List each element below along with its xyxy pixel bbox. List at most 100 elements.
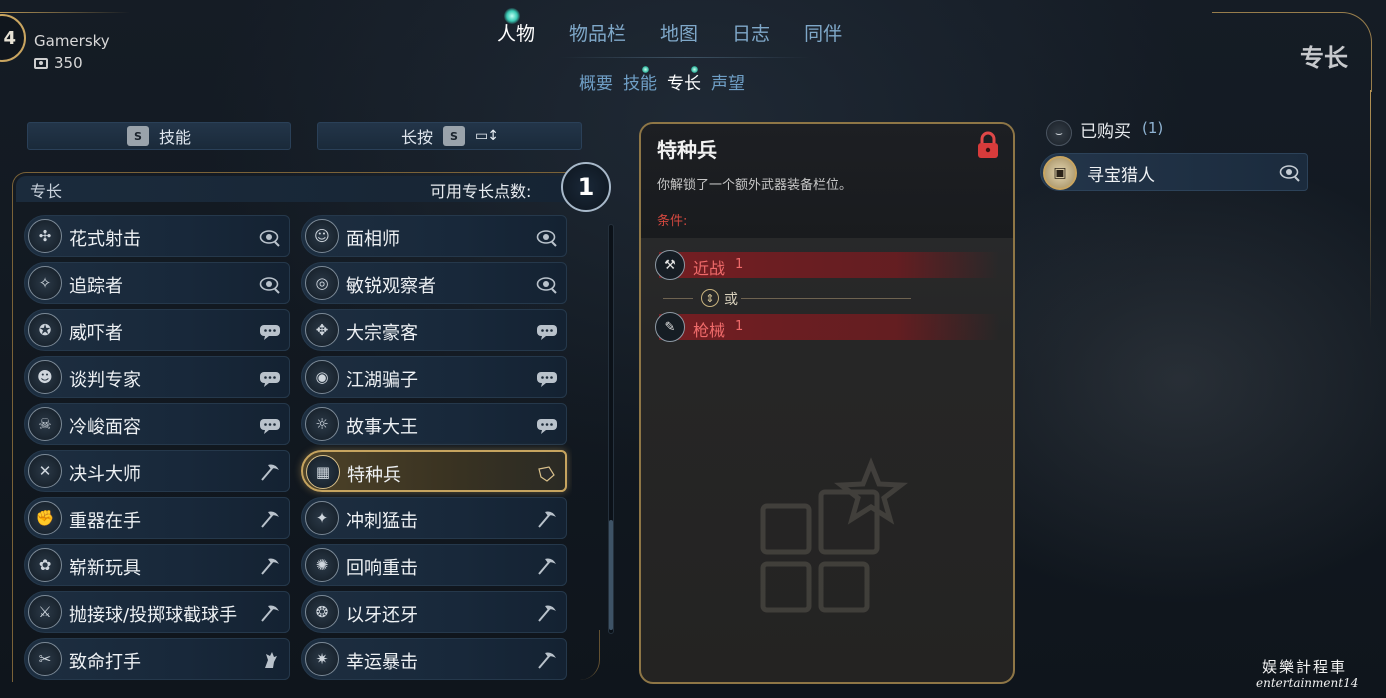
perk-name: 重器在手 [69,511,141,532]
tab-inventory[interactable]: 物品栏 [552,20,643,48]
perk-emblem-icon: ✣ [28,219,62,253]
main-nav-tabs: 人物 物品栏 地图 日志 同伴 [480,20,859,48]
perk-row[interactable]: ☻ 谈判专家 [24,356,290,398]
tab-map[interactable]: 地图 [643,20,715,48]
perk-name: 致命打手 [69,652,141,673]
perk-row[interactable]: ✥ 大宗豪客 [301,309,567,351]
available-points-label: 可用专长点数: [430,182,532,201]
sort-button[interactable]: 长按 S ▭↕ [317,122,582,150]
perk-panel-title: 专长 [30,182,63,201]
perk-row[interactable]: ✂ 致命打手 [24,638,290,680]
melee-icon [259,509,281,529]
perk-row[interactable]: ✺ 回响重击 [301,544,567,586]
perk-name: 花式射击 [69,229,141,250]
sort-icon: ▭↕ [475,128,499,144]
perk-name: 特种兵 [347,465,401,486]
treasure-chest-icon: ▣ [1043,156,1077,190]
perk-row[interactable]: ✷ 幸运暴击 [301,638,567,680]
perk-name: 面相师 [346,229,400,250]
player-name: Gamersky [34,32,110,50]
perk-row[interactable]: ✿ 崭新玩具 [24,544,290,586]
perk-list[interactable]: ✣ 花式射击 ☺ 面相师 ✧ 追踪者 ◎ 敏锐观察者 ✪ 威吓者 ✥ 大宗豪客 ☻ 谈判专家 ◉ 江湖骗子 ☠ 冷… [24,214,572,682]
perk-row[interactable]: ✪ 威吓者 [24,309,290,351]
skills-button[interactable]: S 技能 [27,122,291,150]
perk-name: 以牙还牙 [346,605,418,626]
level-value: 4 [3,27,16,49]
perk-row[interactable]: ⚔ 抛接球/投掷球截球手 [24,591,290,633]
requirement-name: 枪械 [693,321,726,340]
lock-icon [978,131,998,158]
perk-row[interactable]: ☠ 冷峻面容 [24,403,290,445]
perk-name: 幸运暴击 [346,652,418,673]
key-hint-icon: S [443,126,466,146]
requirement-row: ⚒ 近战 1 [655,250,999,280]
perk-row[interactable]: ❂ 以牙还牙 [301,591,567,633]
perk-emblem-icon: ☠ [28,407,62,441]
frame-corner-top-right [1212,12,1372,92]
perk-name: 谈判专家 [69,370,141,391]
inspect-icon [259,274,281,294]
inspect-icon [536,274,558,294]
melee-icon [259,556,281,576]
perk-list-scrollbar-thumb[interactable] [609,520,613,630]
combat-icon [535,463,557,483]
perk-name: 回响重击 [346,558,418,579]
perk-emblem-icon: ❂ [305,595,339,629]
fist-icon [259,650,281,670]
perk-name: 追踪者 [69,276,123,297]
melee-weapon-icon: ⚒ [655,250,685,280]
requirement-name: 近战 [693,259,726,278]
subtab-reputation[interactable]: 声望 [706,72,750,96]
inspect-icon [1279,165,1300,182]
perk-row[interactable]: ✧ 追踪者 [24,262,290,304]
perk-name: 大宗豪客 [346,323,418,344]
perk-row[interactable]: ✦ 冲刺猛击 [301,497,567,539]
subtab-perks[interactable]: 专长 [662,72,706,96]
available-points-value: 1 [577,173,595,201]
perk-emblem-icon: ✂ [28,642,62,676]
melee-icon [536,556,558,576]
subtab-skills[interactable]: 技能 [618,72,662,96]
melee-icon [536,650,558,670]
perk-emblem-icon: ☼ [305,407,339,441]
swap-icon: ⇕ [701,289,719,307]
requirement-level: 1 [735,319,744,334]
perk-emblem-icon: ✊ [28,501,62,535]
perk-emblem-icon: ✧ [28,266,62,300]
dialogue-icon [536,321,558,341]
perk-name: 抛接球/投掷球截球手 [69,605,238,626]
or-line-right [741,298,911,299]
watermark-cn: 娱樂計程車 [1262,658,1348,676]
frame-edge-right [1370,90,1371,330]
perk-row-selected[interactable]: ▦ 特种兵 [301,450,567,492]
perk-emblem-icon: ✿ [28,548,62,582]
perks-notification-dot-icon [691,66,698,73]
dialogue-icon [259,368,281,388]
watermark-en: entertainment14 [1256,676,1359,690]
perk-row[interactable]: ☺ 面相师 [301,215,567,257]
perk-row[interactable]: ☼ 故事大王 [301,403,567,445]
or-separator: ⇕ 或 [659,288,999,308]
perk-emblem-icon [760,457,908,613]
skills-button-label: 技能 [158,128,191,147]
dialogue-icon [259,321,281,341]
perk-name: 冷峻面容 [69,417,141,438]
skills-notification-dot-icon [642,66,649,73]
owned-perk-row[interactable]: ▣ 寻宝猎人 [1040,153,1308,191]
tab-companions[interactable]: 同伴 [787,20,859,48]
subtab-overview[interactable]: 概要 [574,72,618,96]
tab-journal[interactable]: 日志 [715,20,787,48]
melee-icon [259,603,281,623]
purchased-section-icon: ⌣ [1046,120,1072,146]
perk-emblem-icon: ⚔ [28,595,62,629]
perk-row[interactable]: ✣ 花式射击 [24,215,290,257]
perk-emblem-icon: ☺ [305,219,339,253]
perk-row[interactable]: ✕ 决斗大师 [24,450,290,492]
melee-icon [259,462,281,482]
inspect-icon [536,227,558,247]
requirement-level: 1 [735,257,744,272]
perk-row[interactable]: ◉ 江湖骗子 [301,356,567,398]
perk-row[interactable]: ◎ 敏锐观察者 [301,262,567,304]
tab-character[interactable]: 人物 [480,20,552,48]
perk-row[interactable]: ✊ 重器在手 [24,497,290,539]
